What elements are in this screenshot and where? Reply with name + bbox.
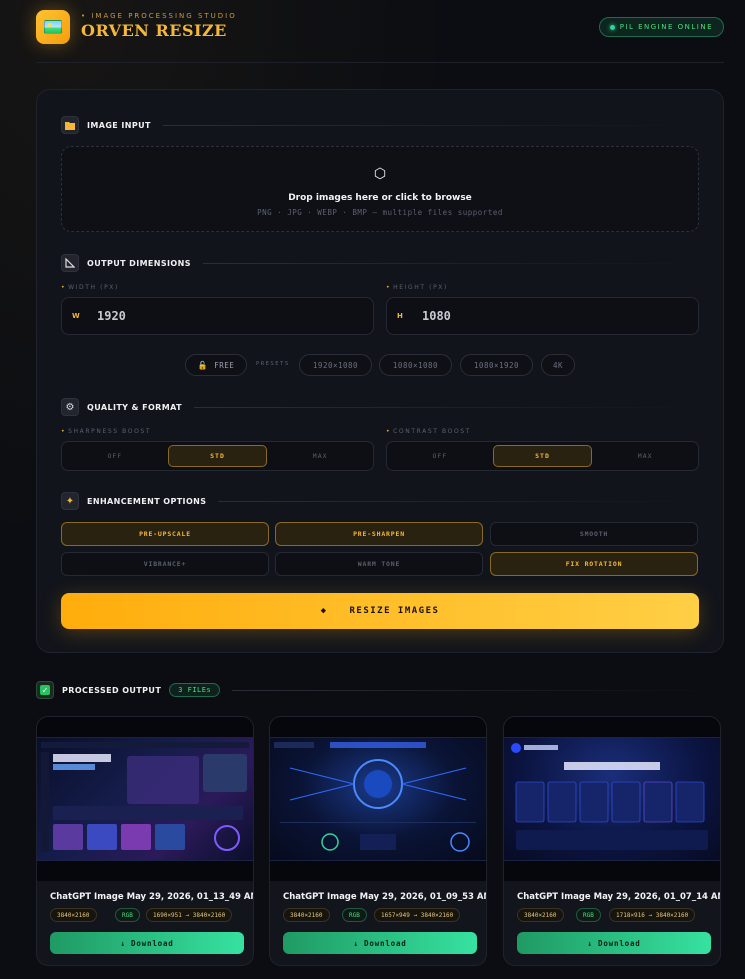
- output-card: ChatGPT Image May 29, 2026, 01_13_49 AM.…: [36, 716, 254, 966]
- dropzone-title: Drop images here or click to browse: [288, 193, 472, 203]
- pre-upscale-toggle[interactable]: PRE-UPSCALE: [61, 522, 269, 546]
- download-button[interactable]: ↓ Download: [283, 932, 477, 954]
- preset-1080x1920[interactable]: 1080×1920: [460, 354, 533, 376]
- presets-label: PRESETS: [256, 361, 290, 367]
- sharpness-option-off[interactable]: OFF: [66, 445, 164, 467]
- header-divider: [36, 62, 724, 63]
- height-input[interactable]: H 1080: [386, 297, 699, 335]
- contrast-option-max[interactable]: MAX: [596, 445, 694, 467]
- section-rule: [218, 500, 699, 502]
- image-dropzone[interactable]: ⬡ Drop images here or click to browse PN…: [61, 146, 699, 232]
- app-title: ORVEN RESIZE: [81, 21, 227, 40]
- contrast-option-off[interactable]: OFF: [391, 445, 489, 467]
- file-name: ChatGPT Image May 29, 2026, 01_09_53 AM.…: [283, 892, 486, 902]
- engine-status-badge: PIL ENGINE ONLINE: [598, 17, 724, 37]
- section-title: OUTPUT DIMENSIONS: [87, 258, 191, 268]
- sharpness-selector: OFF STD MAX: [61, 441, 374, 471]
- download-button[interactable]: ↓ Download: [517, 932, 711, 954]
- section-rule: [193, 406, 699, 408]
- free-label: FREE: [214, 360, 235, 370]
- sparkle-icon: ✦: [61, 492, 79, 510]
- thumbnail-image[interactable]: [37, 717, 253, 881]
- quality-format-header: ⚙ QUALITY & FORMAT: [61, 397, 699, 417]
- gear-icon: ⚙: [61, 398, 79, 416]
- pre-sharpen-toggle[interactable]: PRE-SHARPEN: [275, 522, 483, 546]
- output-card: ChatGPT Image May 29, 2026, 01_07_14 AM.…: [503, 716, 721, 966]
- width-input[interactable]: W 1920: [61, 297, 374, 335]
- conversion-badge: 1690×951 → 3840×2160: [146, 908, 233, 922]
- enhancement-header: ✦ ENHANCEMENT OPTIONS: [61, 491, 699, 511]
- conversion-badge: 1718×916 → 3840×2160: [609, 908, 696, 922]
- diamond-icon: ◆: [320, 606, 328, 616]
- processed-output-header: ✓ PROCESSED OUTPUT 3 FILEs: [36, 680, 724, 700]
- folder-icon: [61, 116, 79, 134]
- file-count-badge: 3 FILEs: [169, 683, 221, 697]
- fix-rotation-toggle[interactable]: FIX ROTATION: [490, 552, 698, 576]
- contrast-selector: OFF STD MAX: [386, 441, 699, 471]
- free-aspect-toggle[interactable]: 🔓 FREE: [185, 354, 247, 376]
- sharpness-option-std[interactable]: STD: [167, 445, 268, 467]
- height-value: 1080: [422, 309, 451, 323]
- height-prefix: H: [397, 312, 403, 320]
- preset-row: 🔓 FREE PRESETS 1920×1080 1080×1080 1080×…: [37, 354, 725, 376]
- section-rule: [202, 262, 699, 264]
- resize-images-button[interactable]: ◆ RESIZE IMAGES: [61, 593, 699, 629]
- resolution-badge: 3840×2160: [517, 908, 564, 922]
- preset-1920x1080[interactable]: 1920×1080: [299, 354, 372, 376]
- section-title: QUALITY & FORMAT: [87, 402, 182, 412]
- checkbox-icon: ✓: [36, 681, 54, 699]
- section-rule: [232, 689, 724, 691]
- app-header: • IMAGE PROCESSING STUDIO ORVEN RESIZE P…: [36, 10, 724, 63]
- contrast-option-std[interactable]: STD: [492, 445, 593, 467]
- status-dot-icon: [609, 24, 615, 30]
- section-title: PROCESSED OUTPUT: [62, 685, 162, 695]
- preset-4k[interactable]: 4K: [541, 354, 575, 376]
- image-input-header: IMAGE INPUT: [61, 115, 699, 135]
- vibrance-toggle[interactable]: VIBRANCE+: [61, 552, 269, 576]
- warm-tone-toggle[interactable]: WARM TONE: [275, 552, 483, 576]
- output-card: ChatGPT Image May 29, 2026, 01_09_53 AM.…: [269, 716, 487, 966]
- file-name: ChatGPT Image May 29, 2026, 01_13_49 AM.…: [50, 892, 253, 902]
- smooth-toggle[interactable]: SMOOTH: [490, 522, 698, 546]
- thumbnail-image[interactable]: [270, 717, 486, 881]
- sharpness-option-max[interactable]: MAX: [271, 445, 369, 467]
- settings-panel: IMAGE INPUT ⬡ Drop images here or click …: [36, 89, 724, 653]
- color-mode-badge: RGB: [115, 908, 140, 922]
- width-label: WIDTH (PX): [61, 284, 119, 291]
- width-value: 1920: [97, 309, 126, 323]
- contrast-label: CONTRAST BOOST: [386, 428, 471, 435]
- conversion-badge: 1657×949 → 3840×2160: [374, 908, 461, 922]
- resize-button-label: RESIZE IMAGES: [349, 606, 440, 616]
- resolution-badge: 3840×2160: [283, 908, 330, 922]
- section-title: ENHANCEMENT OPTIONS: [87, 496, 207, 506]
- hexagon-icon: ⬡: [373, 166, 387, 182]
- ruler-icon: [61, 254, 79, 272]
- height-label: HEIGHT (PX): [386, 284, 448, 291]
- preset-1080x1080[interactable]: 1080×1080: [379, 354, 452, 376]
- thumbnail-image[interactable]: [504, 717, 720, 881]
- output-dimensions-header: OUTPUT DIMENSIONS: [61, 253, 699, 273]
- unlock-icon: 🔓: [197, 360, 209, 370]
- app-subtitle: • IMAGE PROCESSING STUDIO: [81, 12, 237, 20]
- file-name: ChatGPT Image May 29, 2026, 01_07_14 AM.…: [517, 892, 720, 902]
- color-mode-badge: RGB: [576, 908, 601, 922]
- dropzone-subtitle: PNG · JPG · WEBP · BMP — multiple files …: [257, 208, 503, 217]
- resolution-badge: 3840×2160: [50, 908, 97, 922]
- engine-status-text: PIL ENGINE ONLINE: [619, 23, 713, 31]
- download-button[interactable]: ↓ Download: [50, 932, 244, 954]
- image-logo-icon: [36, 10, 70, 44]
- section-title: IMAGE INPUT: [87, 120, 151, 130]
- color-mode-badge: RGB: [342, 908, 367, 922]
- sharpness-label: SHARPNESS BOOST: [61, 428, 151, 435]
- section-rule: [162, 124, 699, 126]
- width-prefix: W: [72, 312, 80, 320]
